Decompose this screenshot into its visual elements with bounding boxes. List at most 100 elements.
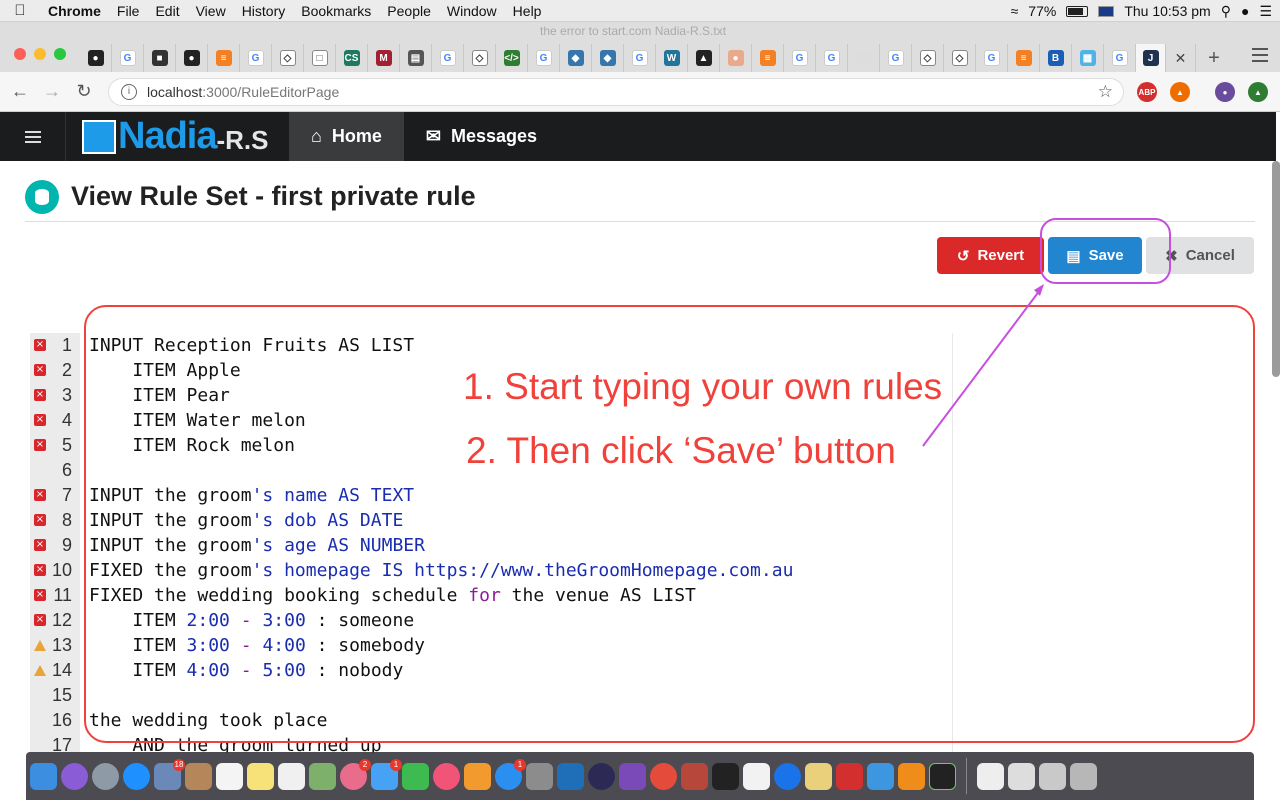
preview-icon[interactable]	[805, 762, 832, 790]
error-marker-icon[interactable]: ×	[34, 539, 46, 551]
calendar-icon[interactable]	[216, 762, 243, 790]
tab[interactable]: ●	[720, 44, 752, 72]
menu-people[interactable]: People	[379, 3, 439, 19]
tab[interactable]: G	[1104, 44, 1136, 72]
menu-file[interactable]: File	[109, 3, 148, 19]
fire-extension-icon[interactable]: ▲	[1170, 82, 1190, 102]
system-preferences-icon[interactable]	[526, 762, 553, 790]
xcode-icon[interactable]	[867, 762, 894, 790]
tab[interactable]: ◇	[944, 44, 976, 72]
app-logo[interactable]: Nadia -R.S	[66, 112, 289, 161]
back-arrow-icon[interactable]: ←	[4, 81, 36, 102]
zoom-window-button[interactable]	[54, 48, 66, 60]
warning-marker-icon[interactable]	[34, 640, 46, 651]
tab[interactable]: ▦	[1072, 44, 1104, 72]
tab[interactable]: ≡	[1008, 44, 1040, 72]
messages-icon[interactable]: 1	[371, 758, 402, 790]
menu-edit[interactable]: Edit	[147, 3, 187, 19]
hamburger-menu-icon[interactable]	[0, 112, 66, 161]
contacts-icon[interactable]	[185, 762, 212, 790]
menu-history[interactable]: History	[234, 3, 294, 19]
adblock-extension-icon[interactable]: ABP	[1137, 82, 1157, 102]
profile-avatar[interactable]: ●	[1215, 82, 1235, 102]
tab[interactable]: ▤	[400, 44, 432, 72]
siri-dock-icon[interactable]	[61, 762, 88, 790]
pycharm-icon[interactable]	[929, 762, 956, 790]
menu-help[interactable]: Help	[505, 3, 550, 19]
photo-app-icon[interactable]: 18	[154, 758, 185, 790]
launchpad-icon[interactable]	[92, 762, 119, 790]
upload-extension-icon[interactable]: ▲	[1248, 82, 1268, 102]
battery-icon[interactable]	[1066, 5, 1089, 17]
finder-icon[interactable]	[30, 762, 57, 790]
screen-icon[interactable]	[1039, 762, 1066, 790]
tab[interactable]: G	[528, 44, 560, 72]
reload-icon[interactable]: ↻	[68, 81, 100, 102]
chrome-icon[interactable]	[650, 762, 677, 790]
error-marker-icon[interactable]: ×	[34, 514, 46, 526]
tab[interactable]: ◆	[560, 44, 592, 72]
menu-window[interactable]: Window	[439, 3, 505, 19]
forward-arrow-icon[interactable]: →	[36, 81, 68, 102]
minimize-window-button[interactable]	[34, 48, 46, 60]
error-marker-icon[interactable]: ×	[34, 564, 46, 576]
apple-icon[interactable]: 	[0, 2, 40, 19]
siri-icon[interactable]: ●	[1241, 3, 1249, 19]
nav-item-messages[interactable]: ✉ Messages	[404, 112, 559, 161]
error-marker-icon[interactable]: ×	[34, 439, 46, 451]
music-icon[interactable]	[433, 762, 460, 790]
close-tab-icon[interactable]: ✕	[1166, 44, 1196, 72]
bookmark-star-icon[interactable]: ☆	[1098, 82, 1113, 102]
document-icon[interactable]	[977, 762, 1004, 790]
clock[interactable]: Thu 10:53 pm	[1124, 3, 1210, 19]
photos-icon[interactable]: 2	[340, 758, 371, 790]
tab[interactable]: ◇	[272, 44, 304, 72]
tab[interactable]: ▲	[688, 44, 720, 72]
menu-bookmarks[interactable]: Bookmarks	[293, 3, 379, 19]
tab[interactable]: ≡	[752, 44, 784, 72]
info-icon[interactable]: i	[121, 84, 137, 100]
error-marker-icon[interactable]: ×	[34, 364, 46, 376]
tab[interactable]: ◇	[464, 44, 496, 72]
vscode-icon[interactable]	[557, 762, 584, 790]
error-marker-icon[interactable]: ×	[34, 414, 46, 426]
menu-view[interactable]: View	[188, 3, 234, 19]
app-store-icon[interactable]: 1	[495, 758, 526, 790]
warning-marker-icon[interactable]	[34, 665, 46, 676]
tab[interactable]: ≡	[208, 44, 240, 72]
downloads-icon[interactable]	[1008, 762, 1035, 790]
address-bar[interactable]: i localhost:3000/RuleEditorPage ☆	[108, 78, 1124, 106]
input-source-flag-icon[interactable]	[1098, 5, 1115, 17]
error-marker-icon[interactable]: ×	[34, 614, 46, 626]
acrobat-icon[interactable]	[836, 762, 863, 790]
tab[interactable]: ●	[80, 44, 112, 72]
tab[interactable]: G	[432, 44, 464, 72]
tab[interactable]: G	[784, 44, 816, 72]
page-scrollbar[interactable]	[1272, 161, 1280, 377]
close-window-button[interactable]	[14, 48, 26, 60]
revert-button[interactable]: ↺ Revert	[937, 237, 1044, 274]
tab[interactable]: B	[1040, 44, 1072, 72]
tab[interactable]: W	[656, 44, 688, 72]
reminders-icon[interactable]	[278, 762, 305, 790]
error-marker-icon[interactable]: ×	[34, 589, 46, 601]
error-marker-icon[interactable]: ×	[34, 339, 46, 351]
tab[interactable]: G	[816, 44, 848, 72]
terminal-icon[interactable]	[712, 762, 739, 790]
books-icon[interactable]	[464, 762, 491, 790]
error-marker-icon[interactable]: ×	[34, 489, 46, 501]
eclipse-icon[interactable]	[588, 762, 615, 790]
location-app-icon[interactable]	[774, 762, 801, 790]
tab[interactable]: G	[240, 44, 272, 72]
vlc-icon[interactable]	[898, 762, 925, 790]
tab[interactable]: M	[368, 44, 400, 72]
maps-icon[interactable]	[309, 762, 336, 790]
tab[interactable]	[848, 44, 880, 72]
error-marker-icon[interactable]: ×	[34, 389, 46, 401]
new-tab-button[interactable]: +	[1196, 44, 1232, 72]
tab[interactable]: G	[976, 44, 1008, 72]
tab[interactable]: ◆	[592, 44, 624, 72]
notification-center-icon[interactable]: ☰	[1259, 3, 1272, 20]
facetime-icon[interactable]	[402, 762, 429, 790]
tab[interactable]: G	[880, 44, 912, 72]
